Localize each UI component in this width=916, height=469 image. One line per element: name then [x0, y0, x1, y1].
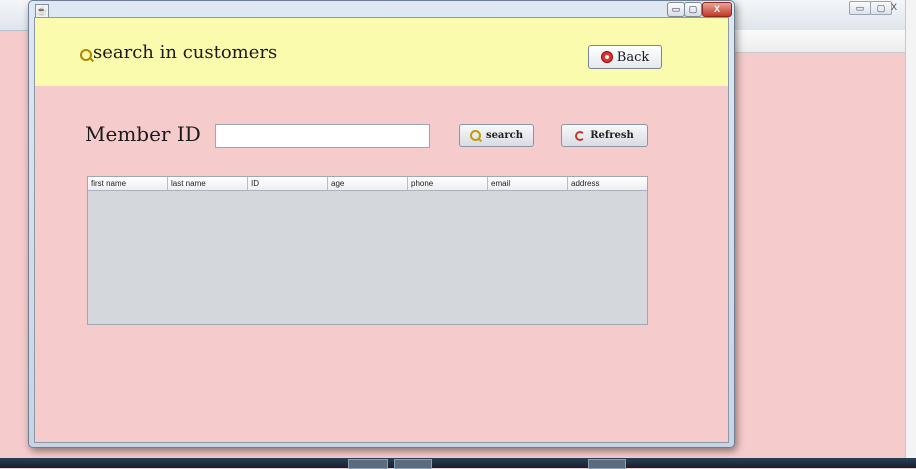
minimize-button[interactable]: ▭ — [667, 2, 685, 17]
column-header-first-name[interactable]: first name — [88, 177, 168, 190]
background-window-menubar — [735, 30, 905, 53]
search-button-label: search — [485, 130, 524, 141]
search-button[interactable]: search — [459, 124, 534, 147]
background-window-edge — [905, 0, 916, 468]
table-body[interactable] — [88, 191, 647, 325]
refresh-button-label: Refresh — [590, 130, 634, 141]
java-app-icon: ☕ — [35, 4, 49, 18]
column-header-id[interactable]: ID — [248, 177, 328, 190]
maximize-button[interactable]: ▢ — [684, 2, 702, 17]
member-id-input[interactable] — [215, 124, 430, 148]
back-button-label: Back — [616, 49, 650, 65]
refresh-button[interactable]: Refresh — [561, 124, 648, 147]
close-button[interactable]: X — [702, 2, 732, 17]
column-header-last-name[interactable]: last name — [168, 177, 248, 190]
back-button[interactable]: Back — [588, 45, 662, 69]
member-id-label: Member ID — [85, 122, 201, 146]
window-content: search in customers Back Member ID searc… — [34, 17, 729, 443]
column-header-age[interactable]: age — [328, 177, 408, 190]
page-title: search in customers — [93, 42, 278, 63]
background-minimize-button[interactable]: ▭ — [849, 1, 871, 15]
background-close-button[interactable]: X — [885, 1, 903, 13]
refresh-icon — [575, 130, 586, 141]
magnifier-icon — [469, 130, 481, 141]
customers-table[interactable]: first name last name ID age phone email … — [87, 176, 648, 325]
header-band: search in customers Back — [35, 18, 728, 86]
taskbar — [0, 458, 916, 468]
column-header-address[interactable]: address — [568, 177, 648, 190]
column-header-phone[interactable]: phone — [408, 177, 488, 190]
search-customers-window: ☕ ▭ ▢ X search in customers Back Member … — [28, 0, 735, 448]
column-header-email[interactable]: email — [488, 177, 568, 190]
table-header: first name last name ID age phone email … — [88, 177, 647, 191]
back-icon — [600, 51, 613, 63]
search-icon — [80, 49, 92, 61]
